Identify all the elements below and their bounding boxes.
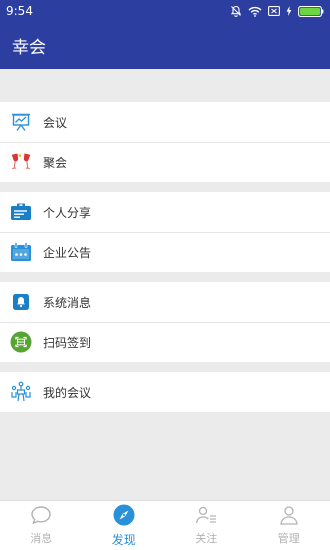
menu-group-system: 系统消息 扫码签到	[0, 282, 330, 362]
app-bar: 幸会	[0, 22, 330, 69]
tab-label: 管理	[277, 532, 300, 545]
id-card-icon	[10, 201, 32, 223]
top-spacer	[0, 69, 330, 102]
menu-item-label: 系统消息	[43, 295, 92, 310]
charging-icon	[286, 6, 292, 16]
tab-follow[interactable]: 关注	[165, 501, 248, 550]
tab-manage[interactable]: 管理	[248, 501, 330, 550]
menu-item-gatherings[interactable]: 聚会	[0, 142, 330, 182]
battery-icon	[298, 5, 324, 17]
user-icon	[279, 505, 299, 529]
tab-label: 消息	[30, 532, 53, 545]
sim-icon	[268, 6, 280, 16]
tab-label: 发现	[111, 532, 136, 547]
meeting-people-icon	[10, 381, 32, 403]
presentation-board-icon	[10, 111, 32, 133]
menu-item-scan-checkin[interactable]: 扫码签到	[0, 322, 330, 362]
status-time: 9:54	[6, 4, 33, 18]
menu-item-personal-sharing[interactable]: 个人分享	[0, 192, 330, 232]
group-divider	[0, 362, 330, 372]
menu-item-my-meetings[interactable]: 我的会议	[0, 372, 330, 412]
menu-group-sharing: 个人分享 企业公告	[0, 192, 330, 272]
bottom-tab-bar: 消息 发现 关注 管理	[0, 500, 330, 550]
menu-item-label: 企业公告	[43, 245, 92, 260]
wifi-icon	[248, 6, 262, 17]
discover-menu: 会议 聚会 个人分享 企业公告 系统消息 扫码签到 我的会议	[0, 69, 330, 412]
menu-item-label: 会议	[43, 115, 68, 130]
menu-item-label: 扫码签到	[43, 335, 92, 350]
group-divider	[0, 272, 330, 282]
menu-item-company-notices[interactable]: 企业公告	[0, 232, 330, 272]
tab-discover[interactable]: 发现	[83, 501, 166, 550]
status-icons	[230, 5, 324, 17]
menu-item-meetings[interactable]: 会议	[0, 102, 330, 142]
bell-off-icon	[230, 5, 242, 17]
chat-bubble-icon	[30, 505, 52, 529]
compass-icon	[113, 504, 135, 530]
wine-glasses-icon	[10, 151, 32, 173]
qr-scan-icon	[10, 331, 32, 353]
menu-item-label: 我的会议	[43, 385, 92, 400]
menu-item-system-messages[interactable]: 系统消息	[0, 282, 330, 322]
app-title: 幸会	[12, 38, 46, 58]
menu-item-label: 个人分享	[43, 205, 92, 220]
menu-group-mine: 我的会议	[0, 372, 330, 412]
notification-bell-icon	[10, 291, 32, 313]
tab-messages[interactable]: 消息	[0, 501, 83, 550]
menu-item-label: 聚会	[43, 155, 68, 170]
tab-label: 关注	[195, 532, 218, 545]
group-divider	[0, 182, 330, 192]
follow-list-icon	[195, 505, 217, 529]
calendar-icon	[10, 241, 32, 263]
menu-group-events: 会议 聚会	[0, 102, 330, 182]
status-bar: 9:54	[0, 0, 330, 22]
